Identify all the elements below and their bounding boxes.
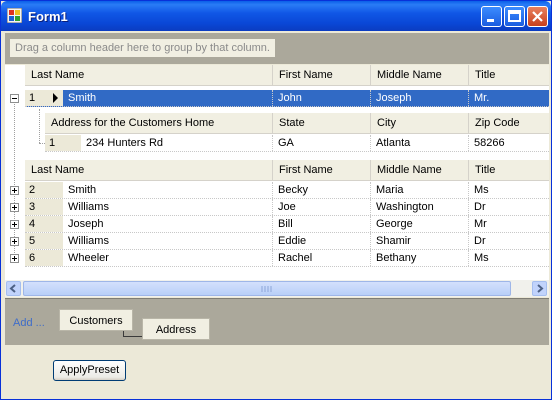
- cell-last-name[interactable]: Williams: [63, 233, 273, 249]
- cell-title[interactable]: Ms: [469, 182, 549, 198]
- cell-state[interactable]: GA: [273, 135, 371, 151]
- cell-title[interactable]: Ms: [469, 250, 549, 266]
- table-row-selected[interactable]: 1 Smith John Joseph Mr.: [25, 90, 549, 107]
- column-header-middle-name[interactable]: Middle Name: [371, 65, 469, 85]
- scroll-thumb[interactable]: [23, 281, 511, 296]
- cell-last-name[interactable]: Joseph: [63, 216, 273, 232]
- column-header-last-name[interactable]: Last Name: [25, 65, 273, 85]
- expand-toggle[interactable]: [10, 220, 19, 229]
- cell-title[interactable]: Dr: [469, 233, 549, 249]
- column-header-title[interactable]: Title: [469, 65, 549, 85]
- row-number: 3: [25, 199, 63, 215]
- row-number: 1: [25, 90, 63, 106]
- row-number: 4: [25, 216, 63, 232]
- table-row[interactable]: 3 Williams Joe Washington Dr: [25, 199, 549, 216]
- cell-title[interactable]: Mr: [469, 216, 549, 232]
- cell-first-name[interactable]: John: [273, 90, 371, 106]
- column-header-middle-name[interactable]: Middle Name: [371, 160, 469, 180]
- customers-band-button[interactable]: Customers: [59, 309, 133, 331]
- cell-first-name[interactable]: Becky: [273, 182, 371, 198]
- table-row[interactable]: 5 Williams Eddie Shamir Dr: [25, 233, 549, 250]
- cell-middle-name[interactable]: Bethany: [371, 250, 469, 266]
- column-header-row: Last Name First Name Middle Name Title: [25, 65, 549, 86]
- row-number: 6: [25, 250, 63, 266]
- cell-middle-name[interactable]: Washington: [371, 199, 469, 215]
- app-icon: [7, 8, 22, 23]
- chevron-right-icon: [537, 284, 544, 293]
- row-number: 5: [25, 233, 63, 249]
- scroll-left-button[interactable]: [6, 281, 21, 296]
- cell-city[interactable]: Atlanta: [371, 135, 469, 151]
- maximize-button[interactable]: [504, 6, 525, 27]
- cell-first-name[interactable]: Eddie: [273, 233, 371, 249]
- cell-title[interactable]: Dr: [469, 199, 549, 215]
- data-grid[interactable]: Last Name First Name Middle Name Title 1…: [5, 65, 549, 297]
- row-number-text: 1: [29, 92, 36, 104]
- cell-zip[interactable]: 58266: [469, 135, 549, 151]
- band-connector: [123, 330, 144, 337]
- column-header-first-name[interactable]: First Name: [273, 65, 371, 85]
- expand-toggle[interactable]: [10, 186, 19, 195]
- scroll-right-button[interactable]: [532, 281, 547, 296]
- cell-last-name[interactable]: Smith: [63, 182, 273, 198]
- cell-last-name[interactable]: Williams: [63, 199, 273, 215]
- child-table-row[interactable]: 1 234 Hunters Rd GA Atlanta 58266: [45, 135, 549, 152]
- cell-first-name[interactable]: Joe: [273, 199, 371, 215]
- group-by-area[interactable]: Drag a column header here to group by th…: [5, 33, 549, 64]
- cell-middle-name[interactable]: Shamir: [371, 233, 469, 249]
- row-number: 2: [25, 182, 63, 198]
- cell-last-name[interactable]: Smith: [63, 90, 273, 106]
- tree-line-child: [39, 109, 40, 143]
- close-icon: [532, 11, 543, 22]
- group-by-hint: Drag a column header here to group by th…: [10, 39, 275, 57]
- collapse-toggle[interactable]: [10, 94, 19, 103]
- child-header-address[interactable]: Address for the Customers Home: [45, 113, 273, 133]
- minimize-button[interactable]: [481, 6, 502, 27]
- add-band-link[interactable]: Add ...: [13, 317, 45, 329]
- row-pointer-icon: [53, 93, 58, 103]
- horizontal-scrollbar[interactable]: [5, 280, 549, 297]
- child-header-state[interactable]: State: [273, 113, 371, 133]
- cell-first-name[interactable]: Rachel: [273, 250, 371, 266]
- child-header-city[interactable]: City: [371, 113, 469, 133]
- column-header-row-repeat: Last Name First Name Middle Name Title: [25, 160, 549, 181]
- child-header-zip[interactable]: Zip Code: [469, 113, 549, 133]
- close-button[interactable]: [527, 6, 548, 27]
- cell-title[interactable]: Mr.: [469, 90, 549, 106]
- table-row[interactable]: 2 Smith Becky Maria Ms: [25, 182, 549, 199]
- expand-toggle[interactable]: [10, 203, 19, 212]
- column-header-last-name[interactable]: Last Name: [25, 160, 273, 180]
- cell-first-name[interactable]: Bill: [273, 216, 371, 232]
- apply-preset-button[interactable]: ApplyPreset: [53, 360, 126, 381]
- cell-middle-name[interactable]: Maria: [371, 182, 469, 198]
- form-window: Form1 Drag a column header here to group…: [0, 0, 552, 400]
- child-row-number: 1: [45, 135, 81, 151]
- column-header-title[interactable]: Title: [469, 160, 549, 180]
- title-bar[interactable]: Form1: [1, 1, 551, 31]
- expand-toggle[interactable]: [10, 254, 19, 263]
- table-row[interactable]: 6 Wheeler Rachel Bethany Ms: [25, 250, 549, 267]
- minimize-icon: [487, 19, 494, 22]
- band-panel: Add ... Customers Address: [5, 298, 549, 345]
- address-band-button[interactable]: Address: [142, 318, 210, 340]
- child-column-header-row: Address for the Customers Home State Cit…: [45, 113, 549, 134]
- expand-toggle[interactable]: [10, 237, 19, 246]
- cell-middle-name[interactable]: George: [371, 216, 469, 232]
- column-header-first-name[interactable]: First Name: [273, 160, 371, 180]
- table-row[interactable]: 4 Joseph Bill George Mr: [25, 216, 549, 233]
- grip-icon: [261, 286, 272, 292]
- window-title: Form1: [28, 9, 68, 24]
- cell-last-name[interactable]: Wheeler: [63, 250, 273, 266]
- cell-address[interactable]: 234 Hunters Rd: [81, 135, 273, 151]
- chevron-left-icon: [9, 284, 16, 293]
- cell-middle-name[interactable]: Joseph: [371, 90, 469, 106]
- maximize-icon: [508, 10, 521, 22]
